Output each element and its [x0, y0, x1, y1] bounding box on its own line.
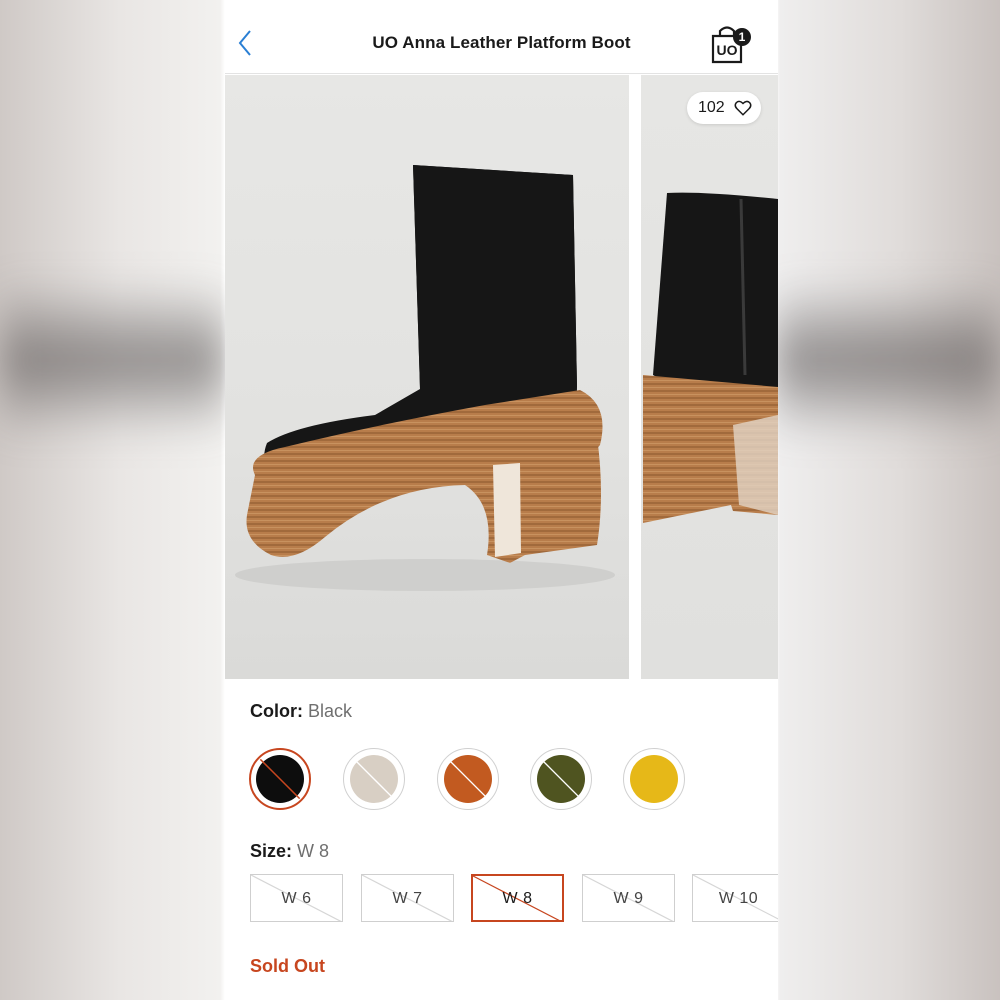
- size-option-w7[interactable]: W 7: [361, 874, 454, 922]
- favorite-count: 102: [698, 99, 725, 116]
- background-blur-right: [775, 280, 1000, 440]
- size-option-label: W 6: [281, 890, 312, 907]
- size-option-w6[interactable]: W 6: [250, 874, 343, 922]
- color-swatch-yellow[interactable]: [623, 748, 685, 810]
- color-swatch-black[interactable]: [249, 748, 311, 810]
- color-label-row: Color: Black: [250, 701, 352, 722]
- sold-out-status: Sold Out: [250, 956, 325, 976]
- size-option-w8[interactable]: W 8: [471, 874, 564, 922]
- size-option-label: W 8: [502, 890, 533, 907]
- shopping-bag-button[interactable]: UO 1: [709, 22, 757, 66]
- size-label-row: Size: W 8: [250, 841, 329, 862]
- unavailable-slash-icon: [259, 758, 301, 800]
- boot-side-view-image: [235, 165, 615, 591]
- heart-icon: [734, 100, 752, 116]
- selected-color-value: Black: [308, 701, 353, 721]
- product-image-main[interactable]: [225, 75, 629, 679]
- unavailable-slash-icon: [540, 758, 582, 800]
- size-option-label: W 7: [392, 890, 423, 907]
- product-image-next[interactable]: 102: [641, 75, 778, 679]
- top-nav-bar: UO Anna Leather Platform Boot UO 1: [225, 0, 778, 74]
- size-option-label: W 10: [718, 890, 759, 907]
- size-option-w9[interactable]: W 9: [582, 874, 675, 922]
- product-screen: UO Anna Leather Platform Boot UO 1 102 C…: [225, 0, 778, 1000]
- page-title: UO Anna Leather Platform Boot: [372, 33, 631, 52]
- color-swatch-beige[interactable]: [343, 748, 405, 810]
- color-swatch-olive[interactable]: [530, 748, 592, 810]
- size-label: Size:: [250, 841, 293, 861]
- size-option-w10[interactable]: W 10: [692, 874, 778, 922]
- bag-count-badge: 1: [733, 28, 751, 46]
- color-swatch-rust[interactable]: [437, 748, 499, 810]
- shopping-bag-icon: UO: [711, 26, 743, 64]
- size-option-label: W 9: [613, 890, 644, 907]
- favorite-button[interactable]: 102: [687, 92, 761, 124]
- selected-size-value: W 8: [297, 841, 330, 861]
- color-label: Color:: [250, 701, 303, 721]
- unavailable-slash-icon: [447, 758, 489, 800]
- product-image-gallery[interactable]: 102: [225, 75, 778, 679]
- unavailable-slash-icon: [353, 758, 395, 800]
- swatch-fill-yellow: [630, 755, 678, 803]
- boot-back-view-image: [643, 192, 778, 523]
- background-blur-left: [0, 280, 225, 440]
- bag-logo: UO: [717, 42, 738, 58]
